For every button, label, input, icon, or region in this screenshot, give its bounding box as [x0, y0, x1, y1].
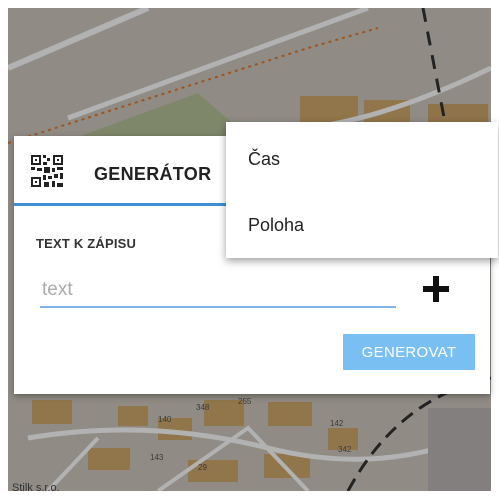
dialog-title: GENERÁTOR: [94, 164, 212, 184]
qr-code-icon: [30, 154, 64, 188]
menu-item-time[interactable]: Čas: [248, 149, 280, 170]
menu-item-position[interactable]: Poloha: [248, 215, 304, 236]
map-copyright: Stilk s.r.o.: [12, 482, 60, 491]
text-input[interactable]: [40, 274, 396, 308]
generate-button[interactable]: GENEROVAT: [343, 334, 475, 370]
plus-icon[interactable]: [419, 272, 453, 306]
popup-menu: Čas Poloha: [226, 122, 498, 258]
section-label: TEXT K ZÁPISU: [36, 236, 137, 251]
